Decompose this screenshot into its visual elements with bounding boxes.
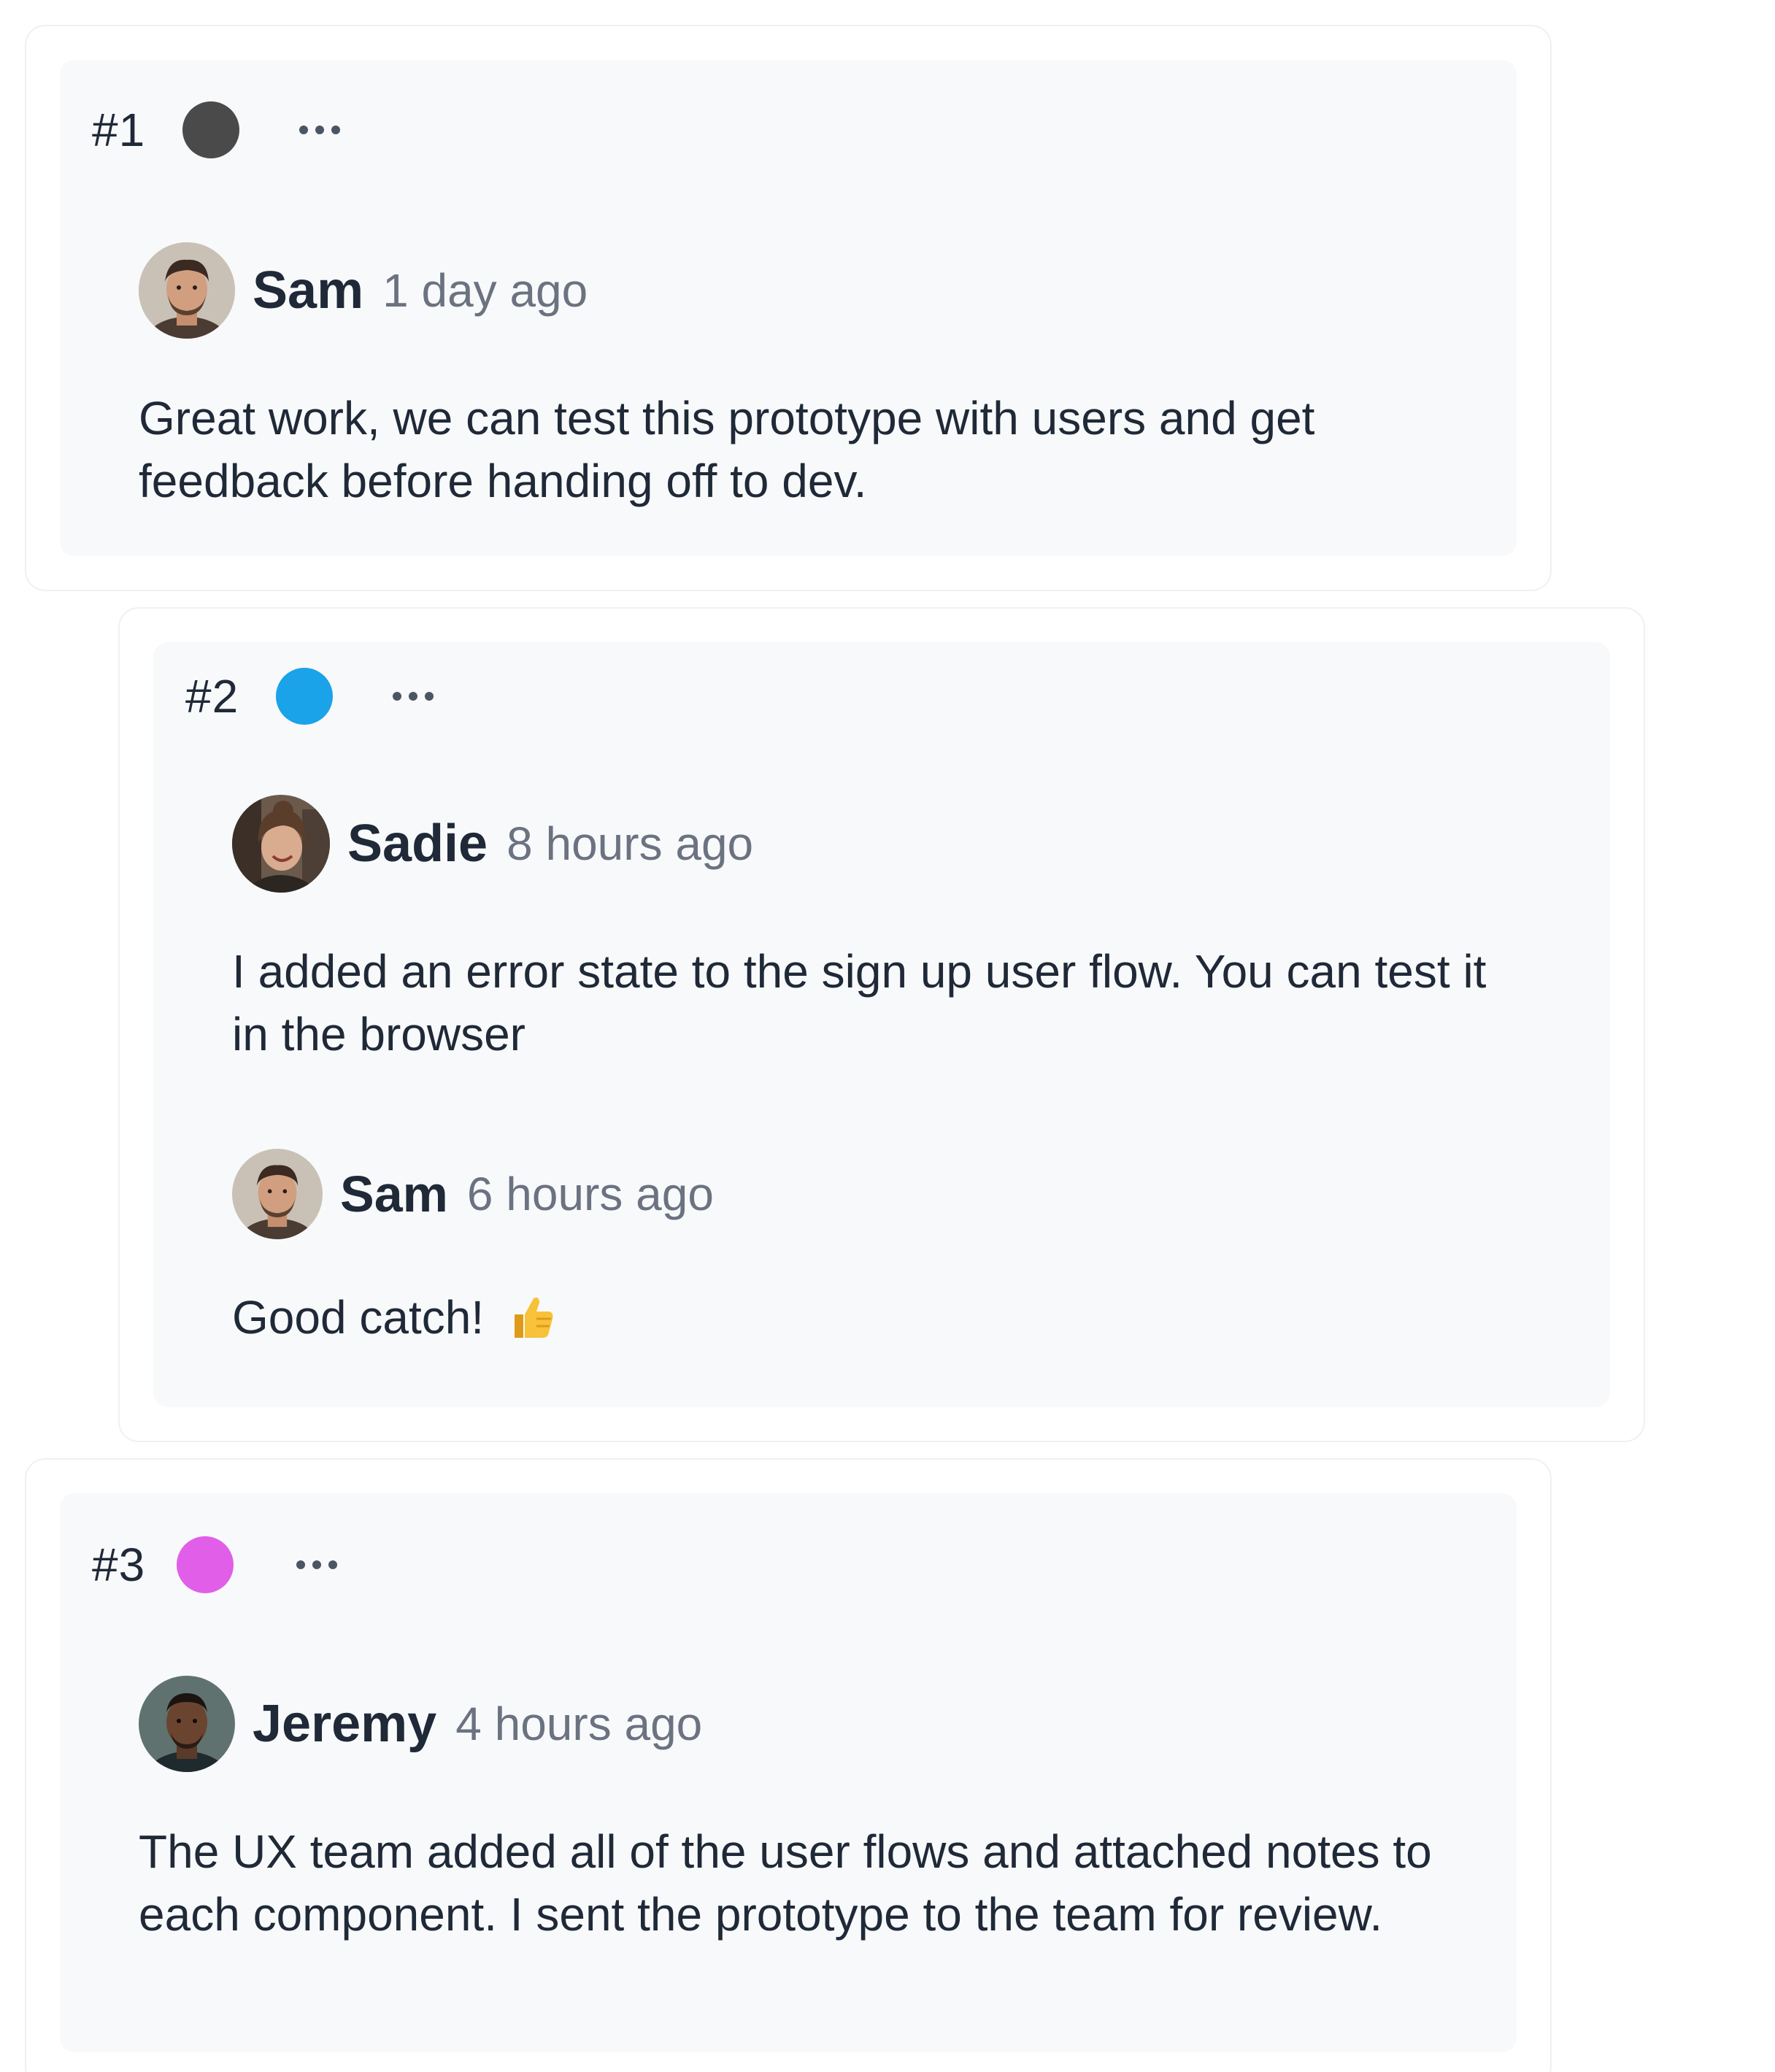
comment-author: Jeremy xyxy=(253,1695,437,1753)
comment-text-content: Good catch! xyxy=(232,1291,485,1344)
sam-avatar[interactable] xyxy=(232,1149,323,1239)
comment-thread-1[interactable]: #1 Sam 1 day ago Great work, we can test… xyxy=(25,25,1552,591)
comment-header: Sam 6 hours ago xyxy=(232,1149,1552,1239)
thread-number: #1 xyxy=(92,104,146,156)
sadie-avatar[interactable] xyxy=(232,795,330,893)
thread-number: #2 xyxy=(185,670,239,723)
sam-avatar[interactable] xyxy=(139,242,235,339)
comment-text: The UX team added all of the user flows … xyxy=(139,1825,1432,1941)
comment-timestamp: 1 day ago xyxy=(382,264,588,317)
thread-color-dot xyxy=(177,1536,234,1593)
thread-header: #2 xyxy=(185,667,434,725)
thread-header: #3 xyxy=(92,1536,337,1594)
thread-content: #3 Jeremy 4 hours ago The UX team added … xyxy=(60,1493,1517,2052)
comment-header: Jeremy 4 hours ago xyxy=(139,1676,1458,1772)
more-options-icon[interactable] xyxy=(299,126,340,134)
comment-text: Good catch! xyxy=(232,1286,1531,1356)
jeremy-avatar[interactable] xyxy=(139,1676,235,1772)
thread-color-dot xyxy=(182,101,239,158)
comment: Sadie 8 hours ago I added an error state… xyxy=(232,795,1552,1066)
comment-thread-3[interactable]: #3 Jeremy 4 hours ago The UX team added … xyxy=(25,1458,1552,2072)
comment-timestamp: 8 hours ago xyxy=(507,817,754,870)
thread-number: #3 xyxy=(92,1538,146,1591)
comment: Jeremy 4 hours ago The UX team added all… xyxy=(139,1676,1458,1946)
thread-color-dot xyxy=(276,668,333,725)
comment-timestamp: 4 hours ago xyxy=(455,1698,703,1750)
thumbs-up-emoji xyxy=(507,1293,555,1356)
thread-content: #1 Sam 1 day ago Great work, we can test… xyxy=(60,60,1517,556)
comment-author: Sam xyxy=(340,1166,448,1222)
comment-timestamp: 6 hours ago xyxy=(466,1168,714,1220)
thread-header: #1 xyxy=(92,101,340,159)
comment-text: I added an error state to the sign up us… xyxy=(232,945,1487,1060)
comment: Sam 1 day ago Great work, we can test th… xyxy=(139,242,1458,512)
more-options-icon[interactable] xyxy=(393,692,434,701)
comment-header: Sam 1 day ago xyxy=(139,242,1458,339)
comment-header: Sadie 8 hours ago xyxy=(232,795,1552,893)
comment-text: Great work, we can test this prototype w… xyxy=(139,392,1315,507)
comment-author: Sam xyxy=(253,261,364,320)
thread-content: #2 Sadie 8 hours ago I added an error st… xyxy=(153,642,1610,1407)
comment: Sam 6 hours ago Good catch! xyxy=(232,1149,1552,1356)
comment-author: Sadie xyxy=(347,814,488,873)
more-options-icon[interactable] xyxy=(296,1560,337,1569)
comment-thread-2[interactable]: #2 Sadie 8 hours ago I added an error st… xyxy=(118,607,1645,1442)
comments-panel: #1 Sam 1 day ago Great work, we can test… xyxy=(0,0,1775,2072)
